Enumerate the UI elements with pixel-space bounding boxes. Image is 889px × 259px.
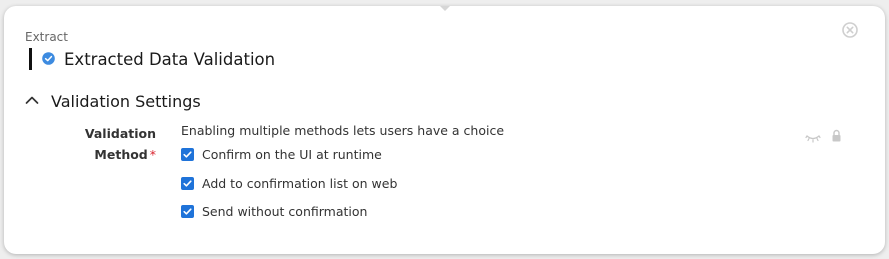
option-label: Add to confirmation list on web — [202, 175, 398, 191]
option-confirm-ui[interactable]: Confirm on the UI at runtime — [181, 146, 382, 162]
title-accent-bar — [29, 48, 32, 70]
field-label: Validation Method * — [80, 123, 156, 165]
checkbox-send-without[interactable] — [181, 204, 194, 218]
option-send-without[interactable]: Send without confirmation — [181, 203, 367, 219]
option-label: Send without confirmation — [202, 203, 368, 219]
lock-icon[interactable] — [831, 129, 842, 142]
option-label: Confirm on the UI at runtime — [202, 146, 382, 162]
checkbox-confirm-ui[interactable] — [181, 147, 194, 161]
field-label-line1: Validation — [84, 126, 156, 141]
checkmark-icon — [183, 207, 192, 215]
field-hint: Enabling multiple methods lets users hav… — [181, 123, 505, 138]
eye-closed-icon[interactable] — [805, 131, 821, 143]
field-label-line2: Method — [94, 147, 148, 162]
card-category: Extract — [25, 30, 68, 44]
checkmark-icon — [183, 150, 192, 158]
checkbox-confirmation-list[interactable] — [181, 176, 194, 190]
chevron-up-icon[interactable] — [24, 92, 40, 108]
checkmark-icon — [183, 179, 192, 187]
close-circle-icon[interactable] — [842, 22, 858, 38]
check-circle-icon — [42, 52, 55, 65]
option-confirmation-list[interactable]: Add to confirmation list on web — [181, 175, 397, 191]
required-marker: * — [149, 147, 156, 162]
card-title: Extracted Data Validation — [64, 50, 276, 69]
section-title[interactable]: Validation Settings — [51, 92, 201, 111]
connector-icon — [440, 6, 450, 11]
